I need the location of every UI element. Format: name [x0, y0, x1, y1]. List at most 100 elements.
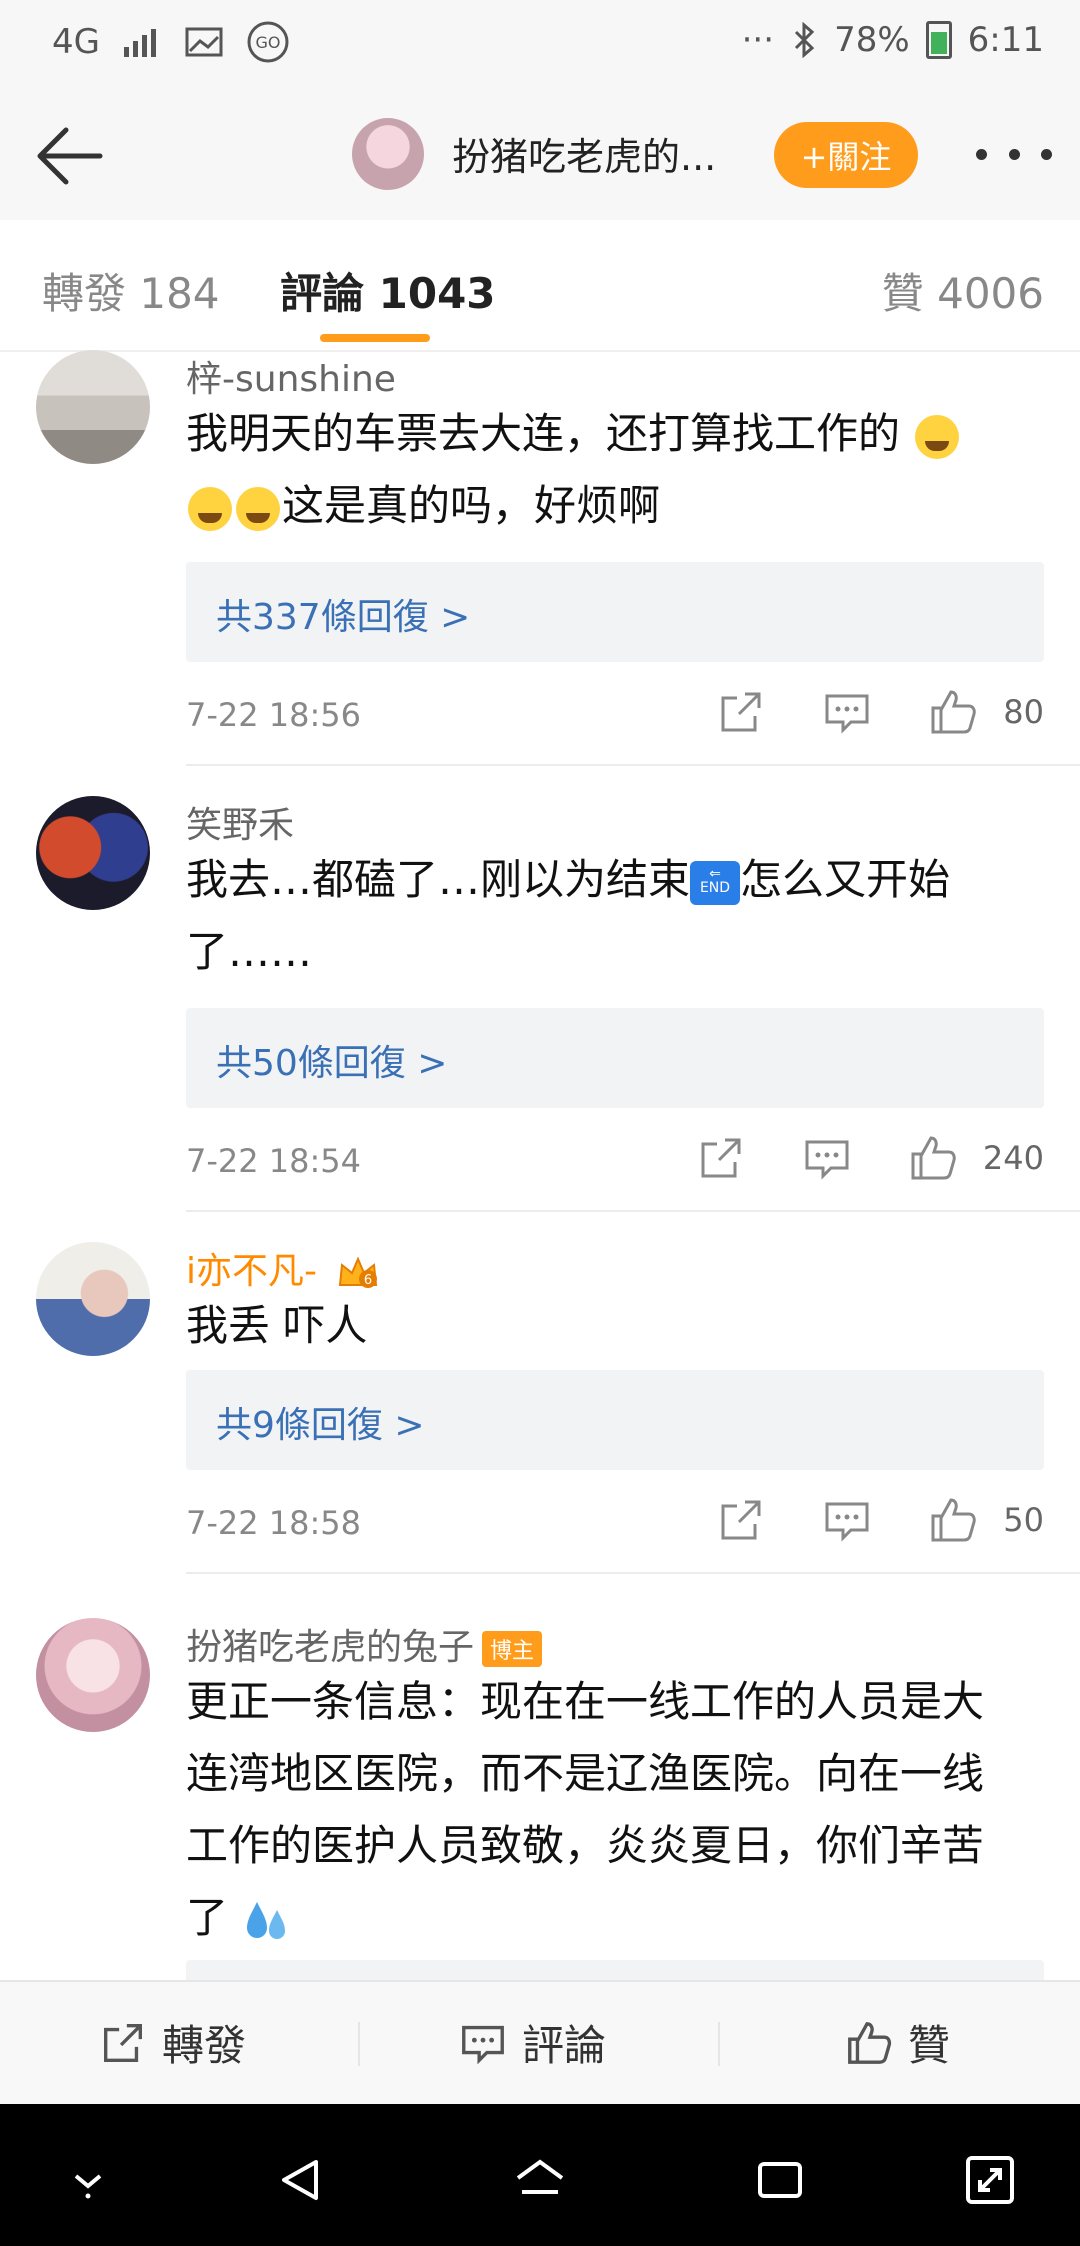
home-icon[interactable]	[510, 2150, 570, 2210]
like-count: 80	[1003, 693, 1044, 731]
comment-text-line: 怎么又开始	[740, 855, 951, 904]
tab-bar: 轉發 184 評論 1043 贊 4006	[0, 220, 1080, 352]
comment-divider	[186, 764, 1080, 766]
status-right: ··· 78% 6:11	[742, 20, 1044, 60]
back-arrow-icon[interactable]	[28, 120, 108, 192]
bottom-divider	[358, 2022, 360, 2066]
repost-button[interactable]: 轉發	[98, 2012, 246, 2073]
status-left: 4G GO	[52, 20, 290, 64]
view-replies-button[interactable]: 共337條回復 >	[186, 562, 1044, 662]
comment-icon	[462, 2025, 504, 2064]
like-thumb-icon	[848, 2021, 892, 2064]
reply-comment-icon[interactable]	[821, 1494, 873, 1546]
tab-like[interactable]: 贊 4006	[882, 260, 1044, 321]
comment-text-line: 连湾地区医院，而不是辽渔医院。向在一线	[186, 1749, 985, 1798]
repost-label: 轉發	[162, 2021, 247, 2070]
follow-button[interactable]: +關注	[774, 122, 918, 188]
network-label: 4G	[52, 22, 100, 62]
view-replies-button[interactable]	[186, 1960, 1044, 1980]
like-count: 50	[1003, 1501, 1044, 1539]
status-dots: ···	[741, 20, 775, 60]
back-triangle-icon[interactable]	[272, 2150, 332, 2210]
image-icon	[185, 27, 223, 57]
like-thumb-icon[interactable]	[927, 686, 979, 738]
comment-text-line: 了……	[186, 927, 313, 976]
commenter-name[interactable]: 扮猪吃老虎的兔子 博主	[186, 1618, 543, 1670]
comment-text: 更正一条信息：现在在一线工作的人员是大 连湾地区医院，而不是辽渔医院。向在一线 …	[186, 1666, 1046, 1954]
reply-comment-icon[interactable]	[801, 1132, 853, 1184]
author-badge: 博主	[482, 1631, 543, 1667]
like-count: 240	[982, 1139, 1044, 1177]
laugh-cry-emoji-icon	[915, 414, 960, 459]
replies-label: 共9條回復 >	[216, 1405, 425, 1446]
commenter-avatar[interactable]	[36, 796, 150, 910]
signal-icon	[123, 29, 156, 57]
commenter-name[interactable]: i亦不凡- 6	[186, 1242, 380, 1294]
comment-text-line: 我去…都磕了…刚以为结束	[186, 855, 691, 904]
share-icon	[104, 2023, 142, 2062]
laugh-cry-emoji-icon	[188, 486, 232, 531]
comment-text-line: 了	[186, 1893, 229, 1942]
comment-label: 評論	[522, 2021, 607, 2070]
top-nav-bar: 扮猪吃老虎的... +關注	[0, 92, 1080, 222]
author-avatar[interactable]	[352, 118, 424, 190]
comment-time: 7-22 18:56	[186, 696, 362, 734]
tab-comment[interactable]: 評論 1043	[280, 260, 496, 321]
commenter-name-text: 扮猪吃老虎的兔子	[186, 1627, 475, 1668]
comment-button[interactable]: 評論	[458, 2012, 606, 2073]
comment-actions: 80	[715, 686, 1044, 738]
comment-divider	[186, 1210, 1080, 1212]
comment-text: 我丢 吓人	[186, 1301, 368, 1350]
comment-text-line: 我明天的车票去大连，还打算找工作的	[186, 409, 901, 458]
like-thumb-icon[interactable]	[927, 1494, 979, 1546]
tab-repost[interactable]: 轉發 184	[42, 260, 220, 321]
commenter-name-text: i亦不凡-	[186, 1251, 317, 1292]
like-thumb-icon[interactable]	[907, 1132, 959, 1184]
bottom-divider	[718, 2022, 720, 2066]
system-nav-bar	[0, 2104, 1080, 2246]
comment-text: 我去…都磕了…刚以为结束 ⇐ END 怎么又开始 了……	[186, 844, 1046, 988]
chevron-down-icon[interactable]	[58, 2150, 118, 2210]
like-button[interactable]: 贊	[844, 2012, 950, 2073]
share-icon[interactable]	[715, 1494, 767, 1546]
active-tab-indicator	[320, 334, 430, 342]
share-icon[interactable]	[715, 686, 767, 738]
commenter-name[interactable]: 梓-sunshine	[186, 350, 396, 402]
replies-label: 共50條回復 >	[216, 1043, 448, 1084]
like-label: 贊	[908, 2021, 951, 2070]
share-icon[interactable]	[695, 1132, 747, 1184]
sweat-droplets-emoji-icon	[247, 1901, 286, 1939]
comment-list[interactable]: 梓-sunshine 我明天的车票去大连，还打算找工作的 这是真的吗，好烦啊 共…	[0, 350, 1080, 1980]
battery-percent: 78%	[834, 20, 910, 60]
comment-actions: 50	[715, 1494, 1044, 1546]
reply-comment-icon[interactable]	[821, 686, 873, 738]
comment-actions: 240	[695, 1132, 1044, 1184]
expand-screen-icon[interactable]	[960, 2150, 1020, 2210]
view-replies-button[interactable]: 共50條回復 >	[186, 1008, 1044, 1108]
end-arrow-emoji-icon: ⇐ END	[690, 860, 741, 905]
commenter-name[interactable]: 笑野禾	[186, 796, 294, 848]
vip-crown-icon: 6	[339, 1256, 378, 1288]
comment-text: 我明天的车票去大连，还打算找工作的 这是真的吗，好烦啊	[186, 398, 1046, 542]
commenter-avatar[interactable]	[36, 350, 150, 464]
page-title: 扮猪吃老虎的...	[452, 135, 717, 179]
status-bar: 4G GO ··· 78% 6:11	[0, 0, 1080, 92]
go-icon: GO	[247, 21, 289, 63]
recent-apps-icon[interactable]	[750, 2150, 810, 2210]
battery-icon	[925, 21, 952, 59]
comment-time: 7-22 18:54	[186, 1142, 362, 1180]
replies-label: 共337條回復 >	[216, 597, 471, 638]
comment-time: 7-22 18:58	[186, 1504, 362, 1542]
view-replies-button[interactable]: 共9條回復 >	[186, 1370, 1044, 1470]
svg-text:GO: GO	[255, 33, 280, 52]
more-options-icon[interactable]	[976, 134, 1052, 174]
bluetooth-icon	[795, 22, 815, 58]
commenter-avatar[interactable]	[36, 1242, 150, 1356]
commenter-avatar[interactable]	[36, 1618, 150, 1732]
bottom-action-bar: 轉發 評論 贊	[0, 1980, 1080, 2106]
comment-text-line: 工作的医护人员致敬，炎炎夏日，你们辛苦	[186, 1821, 985, 1870]
comment-text-line: 这是真的吗，好烦啊	[282, 481, 661, 530]
comment-text-line: 更正一条信息：现在在一线工作的人员是大	[186, 1677, 985, 1726]
laugh-cry-emoji-icon	[236, 486, 280, 531]
svg-text:6: 6	[364, 1273, 372, 1288]
